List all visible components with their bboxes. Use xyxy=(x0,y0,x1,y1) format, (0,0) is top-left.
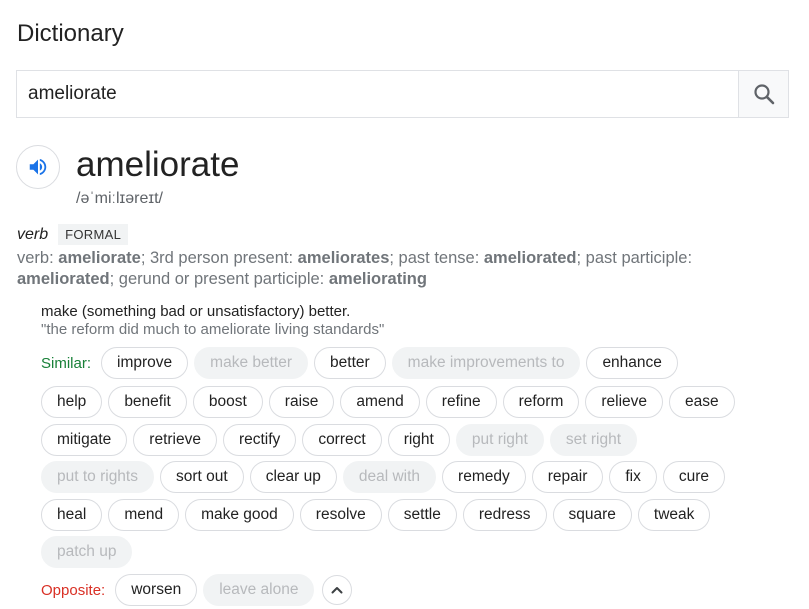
search-icon xyxy=(753,84,774,105)
similar-label: Similar: xyxy=(41,354,92,372)
antonym-chip[interactable]: leave alone xyxy=(203,574,315,606)
forms-label-gerund: ; gerund or present participle: xyxy=(109,270,329,288)
synonym-chip[interactable]: better xyxy=(314,347,386,379)
similar-row: patch up xyxy=(41,536,133,568)
synonym-chip[interactable]: relieve xyxy=(585,386,664,418)
speaker-icon xyxy=(29,158,47,176)
antonym-chip[interactable]: worsen xyxy=(115,574,198,606)
synonym-chip[interactable]: retrieve xyxy=(133,424,217,456)
search-input[interactable] xyxy=(17,71,738,117)
synonym-chip[interactable]: ease xyxy=(669,386,735,418)
synonym-chip[interactable]: boost xyxy=(192,386,263,418)
form-past-tense: ameliorated xyxy=(483,249,577,267)
synonym-chip[interactable]: heal xyxy=(41,499,103,531)
definition: make (something bad or unsatisfactory) b… xyxy=(41,303,351,320)
synonym-chip[interactable]: mend xyxy=(108,499,180,531)
synonym-chip[interactable]: repair xyxy=(531,461,604,493)
synonym-chip[interactable]: deal with xyxy=(342,461,437,493)
collapse-synonyms-button[interactable] xyxy=(322,575,353,605)
similar-row: mitigate retrieve rectify correct right put r… xyxy=(41,424,637,456)
synonym-chip[interactable]: mitigate xyxy=(41,424,128,456)
synonym-chip[interactable]: enhance xyxy=(586,347,678,379)
forms-label-verb: verb: xyxy=(17,249,59,267)
forms-label-past: ; past tense: xyxy=(389,249,484,267)
similar-row: help benefit boost raise amend refine reform re… xyxy=(41,386,735,418)
synonym-chip[interactable]: patch up xyxy=(41,536,133,568)
synonym-chip[interactable]: redress xyxy=(462,499,547,531)
part-of-speech: verb xyxy=(17,225,49,243)
synonym-chip[interactable]: square xyxy=(552,499,632,531)
similar-row: Similar: improve make better better make imp… xyxy=(41,347,678,379)
synonym-chip[interactable]: fix xyxy=(609,461,657,493)
synonym-chip[interactable]: raise xyxy=(268,386,335,418)
form-past-participle: ameliorated xyxy=(17,270,110,288)
synonym-chip[interactable]: right xyxy=(387,424,450,456)
synonym-chip[interactable]: tweak xyxy=(637,499,711,531)
opposite-row: Opposite: worsen leave alone xyxy=(41,574,353,606)
form-verb: ameliorate xyxy=(58,249,141,267)
synonym-chip[interactable]: remedy xyxy=(442,461,526,493)
headword: ameliorate xyxy=(76,145,240,184)
search-bar xyxy=(16,70,789,118)
synonym-chip[interactable]: refine xyxy=(425,386,497,418)
synonym-chip[interactable]: put to rights xyxy=(41,461,154,493)
synonym-chip[interactable]: correct xyxy=(302,424,382,456)
synonym-chip[interactable]: reform xyxy=(502,386,580,418)
pronunciation-button[interactable] xyxy=(16,145,60,189)
synonym-chip[interactable]: settle xyxy=(387,499,457,531)
forms-label-pp: ; past participle: xyxy=(576,249,693,267)
synonym-chip[interactable]: resolve xyxy=(299,499,382,531)
synonym-chip[interactable]: amend xyxy=(340,386,420,418)
synonym-chip[interactable]: clear up xyxy=(249,461,337,493)
opposite-label: Opposite: xyxy=(41,581,106,599)
form-gerund: ameliorating xyxy=(328,270,427,288)
phonetic-transcription: /əˈmiːlɪəreɪt/ xyxy=(76,190,163,207)
register-badge: FORMAL xyxy=(58,224,129,245)
synonym-chip[interactable]: improve xyxy=(101,347,189,379)
synonym-chip[interactable]: help xyxy=(41,386,103,418)
form-third-person: ameliorates xyxy=(297,249,390,267)
usage-example: "the reform did much to ameliorate livin… xyxy=(41,321,385,338)
chevron-up-icon xyxy=(331,587,343,594)
synonym-chip[interactable]: put right xyxy=(455,424,544,456)
synonym-chip[interactable]: set right xyxy=(549,424,637,456)
page-title: Dictionary xyxy=(17,20,124,47)
synonym-chip[interactable]: sort out xyxy=(160,461,244,493)
part-of-speech-row: verb FORMAL xyxy=(17,224,129,245)
similar-row: put to rights sort out clear up deal with re… xyxy=(41,461,726,493)
synonym-chip[interactable]: benefit xyxy=(108,386,187,418)
search-button[interactable] xyxy=(738,71,788,117)
verb-forms: verb: ameliorate; 3rd person present: am… xyxy=(17,248,787,290)
forms-label-third: ; 3rd person present: xyxy=(140,249,298,267)
similar-row: heal mend make good resolve settle redress squ… xyxy=(41,499,711,531)
synonym-chip[interactable]: make better xyxy=(194,347,309,379)
synonym-chip[interactable]: make good xyxy=(185,499,294,531)
synonym-chip[interactable]: make improvements to xyxy=(391,347,581,379)
synonym-chip[interactable]: cure xyxy=(662,461,726,493)
synonym-chip[interactable]: rectify xyxy=(222,424,297,456)
